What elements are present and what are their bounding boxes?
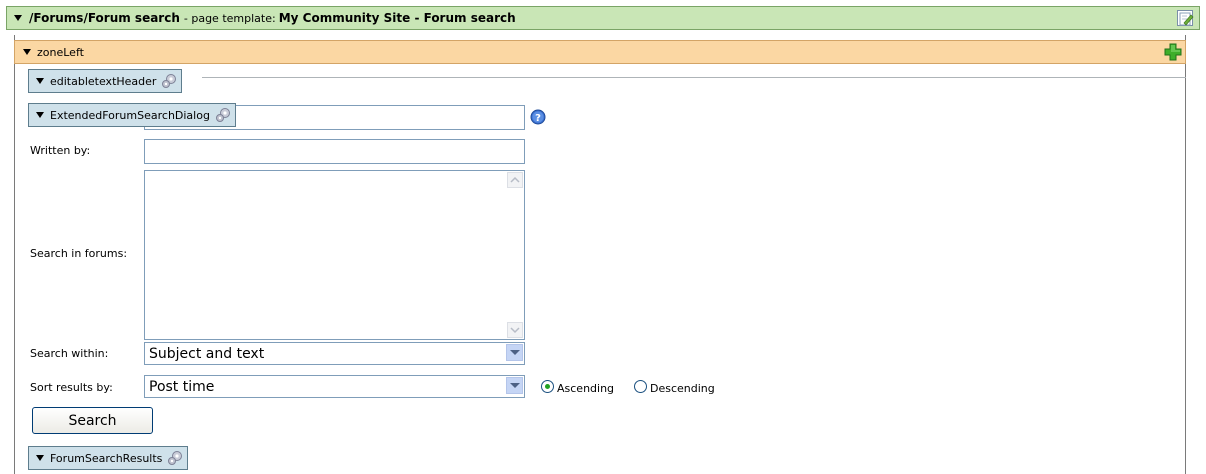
collapse-webpart-toggle[interactable]	[36, 78, 44, 84]
zone-name: zoneLeft	[37, 45, 84, 59]
sort-results-select[interactable]: Post time	[144, 375, 525, 398]
written-by-label: Written by:	[30, 144, 91, 157]
webpart-name: ExtendedForumSearchDialog	[50, 108, 210, 122]
scroll-down-button[interactable]	[507, 322, 523, 338]
chevron-down-icon[interactable]	[506, 344, 523, 361]
collapse-webpart-toggle[interactable]	[36, 455, 44, 461]
zone-header: zoneLeft	[14, 40, 1186, 64]
webpart-header-editabletext[interactable]: editabletextHeader	[28, 69, 183, 93]
ascending-radio[interactable]	[541, 380, 554, 393]
ascending-label[interactable]: Ascending	[557, 382, 614, 395]
webpart-name: ForumSearchResults	[50, 451, 163, 465]
descending-radio[interactable]	[634, 380, 647, 393]
page-template-header: /Forums/Forum search - page template: My…	[6, 6, 1200, 30]
search-within-label: Search within:	[30, 347, 109, 360]
page-path: /Forums/Forum search	[29, 11, 180, 25]
webpart-header-search-results[interactable]: ForumSearchResults	[28, 446, 189, 470]
add-webpart-icon[interactable]	[1164, 43, 1182, 61]
page-template-name: My Community Site - Forum search	[278, 11, 516, 25]
webpart-name: editabletextHeader	[50, 74, 157, 88]
search-button[interactable]: Search	[32, 407, 153, 434]
help-icon[interactable]: ?	[530, 109, 546, 125]
forums-listbox[interactable]	[144, 170, 525, 340]
search-within-select[interactable]: Subject and text	[144, 342, 525, 365]
collapse-webpart-toggle[interactable]	[36, 112, 44, 118]
svg-text:?: ?	[535, 113, 541, 124]
scroll-up-button[interactable]	[507, 172, 523, 188]
collapse-zone-toggle[interactable]	[23, 49, 31, 55]
search-in-forums-label: Search in forums:	[30, 247, 128, 260]
gear-icon[interactable]	[166, 449, 184, 467]
chevron-down-icon[interactable]	[506, 377, 523, 394]
edit-page-icon[interactable]	[1177, 10, 1194, 26]
page-template-label: - page template:	[183, 11, 276, 25]
written-by-input[interactable]	[144, 139, 525, 164]
gear-icon[interactable]	[160, 72, 178, 90]
webpart-separator	[202, 77, 1186, 78]
descending-label[interactable]: Descending	[650, 382, 715, 395]
sort-results-label: Sort results by:	[30, 381, 113, 394]
gear-icon[interactable]	[214, 106, 232, 124]
collapse-page-toggle[interactable]	[14, 15, 22, 21]
webpart-header-search-dialog[interactable]: ExtendedForumSearchDialog	[28, 103, 236, 127]
